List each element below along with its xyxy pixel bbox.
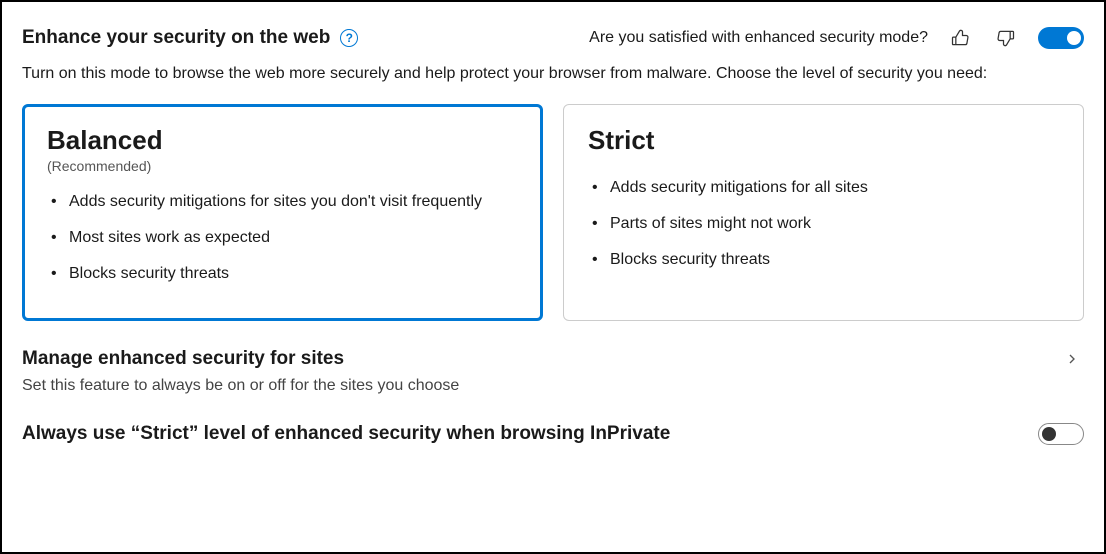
list-item: Adds security mitigations for sites you …: [47, 190, 518, 214]
list-item: Parts of sites might not work: [588, 212, 1059, 236]
chevron-right-icon: [1060, 347, 1084, 371]
inprivate-strict-toggle[interactable]: [1038, 423, 1084, 445]
card-title: Strict: [588, 125, 1059, 156]
thumbs-down-icon: [996, 28, 1016, 48]
thumbs-up-icon: [950, 28, 970, 48]
list-item: Blocks security threats: [47, 262, 518, 286]
mode-description: Turn on this mode to browse the web more…: [22, 62, 1084, 86]
list-item: Adds security mitigations for all sites: [588, 176, 1059, 200]
page-title: Enhance your security on the web: [22, 27, 330, 49]
help-icon[interactable]: ?: [340, 29, 358, 47]
manage-sites-description: Set this feature to always be on or off …: [22, 377, 1084, 395]
card-title: Balanced: [47, 125, 518, 156]
card-subtitle: (Recommended): [47, 158, 518, 174]
inprivate-strict-title: Always use “Strict” level of enhanced se…: [22, 423, 670, 445]
security-level-balanced-card[interactable]: Balanced (Recommended) Adds security mit…: [22, 104, 543, 321]
enhanced-security-toggle[interactable]: [1038, 27, 1084, 49]
manage-sites-title: Manage enhanced security for sites: [22, 348, 344, 370]
feedback-question: Are you satisfied with enhanced security…: [589, 29, 928, 47]
list-item: Most sites work as expected: [47, 226, 518, 250]
thumbs-up-button[interactable]: [946, 24, 974, 52]
list-item: Blocks security threats: [588, 248, 1059, 272]
thumbs-down-button[interactable]: [992, 24, 1020, 52]
security-level-strict-card[interactable]: Strict Adds security mitigations for all…: [563, 104, 1084, 321]
manage-sites-row[interactable]: Manage enhanced security for sites: [22, 347, 1084, 371]
